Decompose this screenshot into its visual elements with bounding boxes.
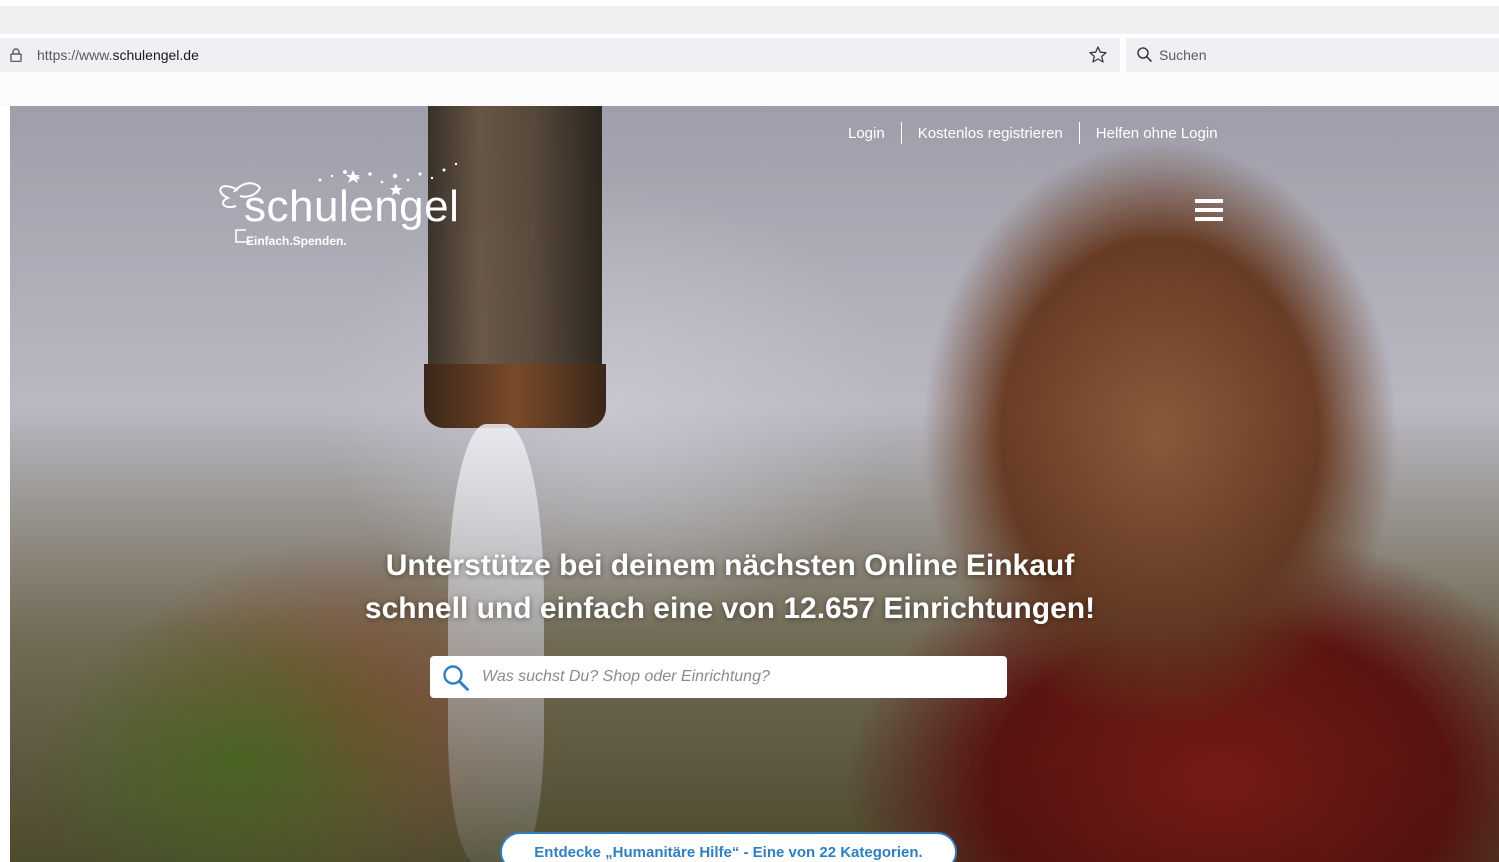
- browser-search-placeholder: Suchen: [1159, 47, 1207, 63]
- hero-search-bar[interactable]: [430, 656, 1007, 698]
- search-icon: [1137, 47, 1153, 63]
- menu-bar: [1195, 199, 1223, 203]
- toolbar-spacer: [0, 72, 1499, 106]
- menu-bar: [1195, 208, 1223, 212]
- address-url[interactable]: https://www.schulengel.de: [37, 47, 199, 63]
- logo-wordmark: schulengel: [244, 182, 460, 231]
- search-icon[interactable]: [442, 664, 470, 692]
- help-without-login-link[interactable]: Helfen ohne Login: [1096, 125, 1218, 142]
- nav-divider: [900, 122, 902, 144]
- menu-bar: [1195, 217, 1223, 221]
- hero-section: Login Kostenlos registrieren Helfen ohne…: [10, 106, 1499, 862]
- hero-headline: Unterstütze bei deinem nächsten Online E…: [270, 544, 1190, 630]
- url-domain: schulengel.de: [112, 47, 199, 63]
- logo-tagline: Einfach.Spenden.: [246, 234, 347, 248]
- hamburger-menu-icon[interactable]: [1195, 199, 1225, 225]
- url-prefix: https://www.: [37, 47, 113, 63]
- hero-search-input[interactable]: [482, 656, 992, 698]
- star-icon[interactable]: [1088, 45, 1108, 65]
- login-link[interactable]: Login: [848, 125, 885, 142]
- register-link[interactable]: Kostenlos registrieren: [918, 125, 1063, 142]
- category-teaser-button[interactable]: Entdecke „Humanitäre Hilfe“ - Eine von 2…: [500, 832, 957, 862]
- top-nav: Login Kostenlos registrieren Helfen ohne…: [848, 122, 1218, 144]
- hero-headline-line-2: schnell und einfach eine von 12.657 Einr…: [364, 592, 1096, 625]
- site-logo[interactable]: schulengel Einfach.Spenden.: [210, 158, 470, 253]
- lock-icon[interactable]: [10, 48, 22, 62]
- nav-divider: [1078, 122, 1080, 144]
- window-top-edge: [0, 0, 1499, 6]
- hero-headline-line-1: Unterstütze bei deinem nächsten Online E…: [385, 549, 1075, 582]
